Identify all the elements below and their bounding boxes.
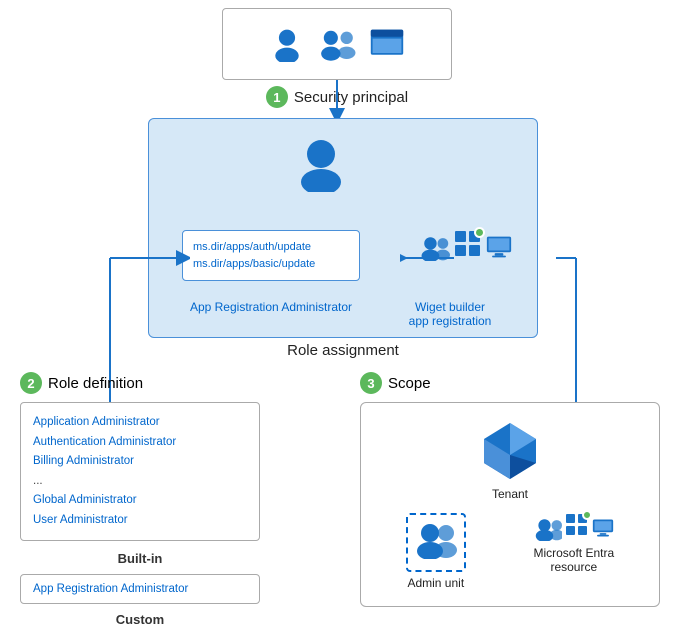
- security-principal-text: Security principal: [294, 89, 408, 106]
- group-icon: [315, 26, 359, 62]
- role-app-admin: Application Administrator: [33, 413, 247, 433]
- scope-header: 3 Scope: [360, 372, 660, 394]
- admin-unit-icon: [414, 521, 458, 559]
- app-icon: [369, 26, 405, 62]
- scope-label: Scope: [388, 375, 431, 392]
- tenant-icon: [480, 419, 540, 483]
- app-reg-inner-box: ms.dir/apps/auth/update ms.dir/apps/basi…: [182, 230, 360, 281]
- role-user-admin: User Administrator: [33, 511, 247, 531]
- role-assignment-label: Role assignment: [148, 342, 538, 359]
- scope-tenant-row: Tenant: [377, 419, 643, 501]
- path-line-2: ms.dir/apps/basic/update: [193, 256, 349, 273]
- user-icon: [269, 26, 305, 62]
- tenant-label: Tenant: [492, 487, 528, 501]
- widget-monitor-icon: [486, 235, 512, 259]
- role-global-admin: Global Administrator: [33, 491, 247, 511]
- role-definition-header: 2 Role definition: [20, 372, 260, 394]
- diagram-container: 1 Security principal ms.dir/apps/auth/up…: [0, 0, 690, 619]
- role-custom-app-reg: App Registration Administrator: [33, 583, 247, 595]
- builtin-roles-box: Application Administrator Authentication…: [20, 402, 260, 541]
- builtin-label: Built-in: [20, 551, 260, 566]
- person-center-icon: [296, 136, 346, 192]
- widget-people-icon: [418, 233, 450, 261]
- widget-builder-icons: [418, 230, 512, 263]
- app-reg-admin-label: App Registration Administrator: [182, 300, 360, 314]
- step-1-circle: 1: [266, 86, 288, 108]
- scope-bottom-row: Admin unit: [377, 513, 643, 590]
- custom-roles-box: App Registration Administrator: [20, 574, 260, 604]
- custom-label: Custom: [20, 612, 260, 627]
- entra-monitor-icon: [592, 517, 614, 539]
- widget-builder-label: Wiget builder app registration: [400, 300, 500, 328]
- role-auth-admin: Authentication Administrator: [33, 433, 247, 453]
- path-line-1: ms.dir/apps/auth/update: [193, 239, 349, 256]
- step-3-circle: 3: [360, 372, 382, 394]
- admin-unit-label: Admin unit: [407, 576, 464, 590]
- admin-unit-box: [406, 513, 466, 572]
- role-definition-section: 2 Role definition Application Administra…: [20, 372, 260, 627]
- ms-entra-label: Microsoft Entra resource: [533, 546, 614, 574]
- role-ellipsis: ...: [33, 472, 247, 492]
- center-user-icon: [296, 136, 346, 192]
- security-principal-box: [222, 8, 452, 80]
- scope-ms-entra: Microsoft Entra resource: [533, 513, 614, 574]
- role-billing-admin: Billing Administrator: [33, 452, 247, 472]
- entra-people-icon: [534, 515, 562, 541]
- security-principal-label: 1 Security principal: [222, 86, 452, 108]
- scope-inner-box: Tenant Admin unit: [360, 402, 660, 607]
- role-definition-label: Role definition: [48, 375, 143, 392]
- scope-section: 3 Scope Tenant: [360, 372, 660, 607]
- scope-admin-unit: Admin unit: [406, 513, 466, 590]
- step-2-circle: 2: [20, 372, 42, 394]
